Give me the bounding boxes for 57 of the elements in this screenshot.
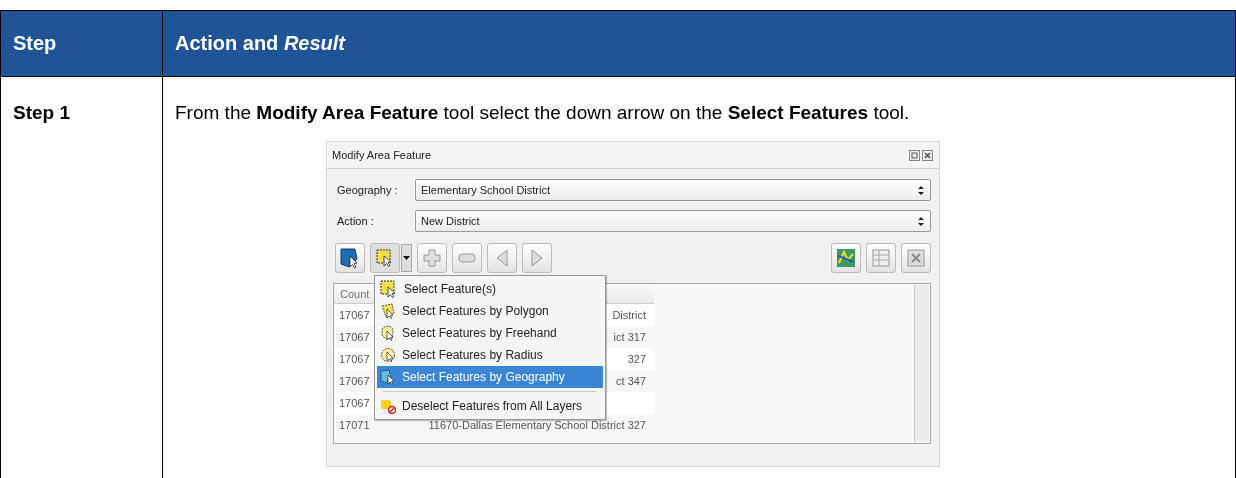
menu-item[interactable]: Deselect Features from All Layers <box>377 395 603 417</box>
dropdown-field[interactable]: New District <box>415 210 931 232</box>
close-icon <box>907 249 925 267</box>
deselect-icon <box>380 398 396 414</box>
close-icon[interactable] <box>922 149 933 161</box>
menu-item[interactable]: Select Features by Freehand <box>377 322 603 344</box>
table-icon <box>872 249 890 267</box>
menu-item[interactable]: Select Features by Polygon <box>377 300 603 322</box>
table-cell-text: 17067 <box>338 331 371 343</box>
table-cell: ict 317 <box>613 331 646 343</box>
dropdown-arrow-button[interactable] <box>401 244 412 272</box>
map-button[interactable] <box>831 243 861 273</box>
table-cell: 327 <box>627 353 646 365</box>
menu-item[interactable]: Select Feature(s) <box>377 278 603 300</box>
table-cell-text: 17067 <box>338 353 371 365</box>
table-cell-text: 17067 <box>338 397 371 409</box>
table-cell-text: 17067 <box>338 309 371 321</box>
field-label: Action : <box>337 215 375 227</box>
clear-button[interactable] <box>901 243 931 273</box>
spinner-icon <box>917 215 925 227</box>
geography-select-icon <box>380 369 396 385</box>
float-icon[interactable] <box>909 149 920 161</box>
spinner-icon <box>917 184 925 196</box>
select-cursor-icon <box>376 249 394 267</box>
column-header: Step <box>0 10 163 77</box>
scrollbar[interactable] <box>914 285 929 442</box>
table-cell: District <box>612 309 646 321</box>
table-cell: ct 347 <box>616 375 646 387</box>
map-icon <box>836 248 856 268</box>
menu-item[interactable]: Select Features by Radius <box>377 344 603 366</box>
table-cell-text: 17067 <box>338 375 371 387</box>
table-cell-text: 17071 <box>338 419 371 431</box>
left-triangle-icon <box>495 249 509 267</box>
instruction-text: From the Modify Area Feature tool select the down arrow on the Select Features tool. <box>175 102 911 124</box>
column-header: Action and Result <box>162 10 1236 77</box>
caret-icon <box>403 256 410 260</box>
column-header: Count <box>339 287 370 300</box>
table-button[interactable] <box>866 243 896 273</box>
polygon-select-icon <box>380 303 396 319</box>
dropdown-field[interactable]: Elementary School District <box>415 179 931 201</box>
dialog-title: Modify Area Feature <box>332 149 432 161</box>
right-triangle-icon <box>530 249 544 267</box>
select-cursor-icon <box>380 280 398 298</box>
menu-item[interactable]: Select Features by Geography <box>377 366 603 388</box>
field-label: Geography : <box>337 184 399 196</box>
geography-cursor-icon <box>339 247 361 269</box>
previous-button[interactable] <box>487 243 517 273</box>
plus-icon <box>423 249 441 267</box>
add-button[interactable] <box>417 243 447 273</box>
table-cell: 11670-Dallas Elementary School District 327 <box>428 419 646 431</box>
geography-tool-button[interactable] <box>335 243 365 273</box>
radius-select-icon <box>380 347 396 363</box>
freehand-select-icon <box>380 325 396 341</box>
next-button[interactable] <box>522 243 552 273</box>
minus-icon <box>458 253 476 263</box>
remove-button[interactable] <box>452 243 482 273</box>
step-label: Step 1 <box>13 102 71 123</box>
